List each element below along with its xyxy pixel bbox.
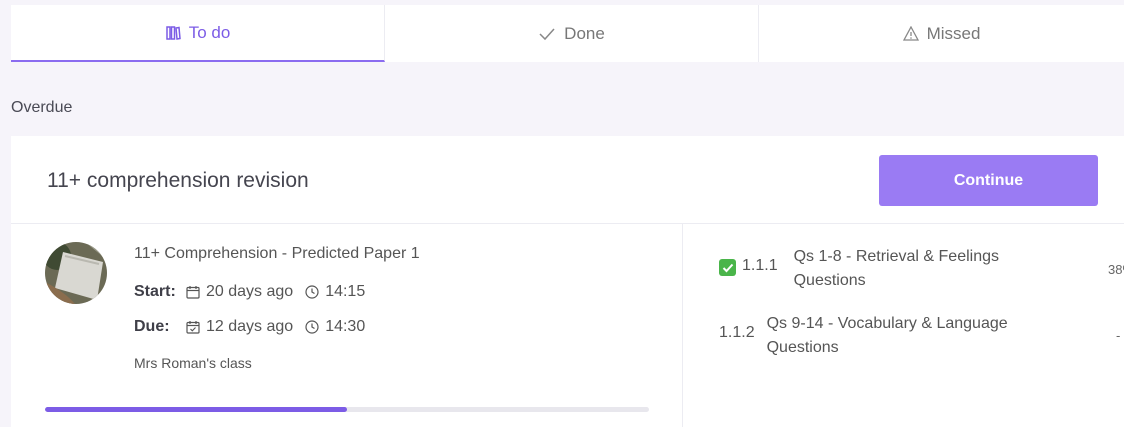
tab-missed[interactable]: Missed bbox=[759, 5, 1124, 62]
warning-icon bbox=[902, 26, 919, 41]
question-score: - bbox=[1116, 328, 1121, 343]
tab-done-label: Done bbox=[564, 23, 605, 43]
tab-bar: To do Done Missed bbox=[11, 5, 1124, 62]
tab-done[interactable]: Done bbox=[385, 5, 759, 62]
question-number: 1.1.1 bbox=[742, 257, 778, 274]
question-text: Qs 9-14 - Vocabulary & Language Question… bbox=[766, 315, 1008, 356]
class-name: Mrs Roman's class bbox=[134, 355, 252, 371]
clock-icon bbox=[305, 285, 319, 299]
question-item[interactable]: 1.1.2 Qs 9-14 - Vocabulary & Language Qu… bbox=[719, 312, 1052, 360]
question-list: 1.1.1 Qs 1-8 - Retrieval & Feelings Ques… bbox=[683, 224, 1124, 427]
books-icon bbox=[165, 25, 181, 41]
tab-missed-label: Missed bbox=[926, 23, 981, 43]
start-row: Start: 20 days ago 14:15 bbox=[134, 283, 365, 301]
question-score: 38% bbox=[1108, 262, 1124, 277]
section-heading-overdue: Overdue bbox=[11, 99, 73, 116]
assignment-title: 11+ comprehension revision bbox=[47, 169, 309, 192]
progress-fill bbox=[45, 407, 347, 412]
start-date: 20 days ago bbox=[206, 283, 294, 300]
due-date: 12 days ago bbox=[206, 318, 294, 335]
paper-title: 11+ Comprehension - Predicted Paper 1 bbox=[134, 245, 420, 262]
tab-to-do[interactable]: To do bbox=[11, 5, 385, 62]
clock-icon bbox=[305, 320, 319, 334]
question-text: Qs 1-8 - Retrieval & Feelings Questions bbox=[793, 248, 999, 289]
check-icon bbox=[538, 27, 556, 41]
due-row: Due: 12 days ago 14:30 bbox=[134, 318, 365, 336]
assignment-card: 11+ comprehension revision Continue 11+ … bbox=[11, 136, 1124, 427]
question-item[interactable]: 1.1.1 Qs 1-8 - Retrieval & Feelings Ques… bbox=[719, 245, 1044, 293]
card-header: 11+ comprehension revision Continue bbox=[11, 136, 1124, 224]
assignment-details: 11+ Comprehension - Predicted Paper 1 St… bbox=[11, 224, 683, 427]
calendar-icon bbox=[186, 285, 200, 299]
question-number: 1.1.2 bbox=[719, 324, 755, 341]
due-time: 14:30 bbox=[325, 318, 366, 335]
paper-thumbnail bbox=[45, 242, 107, 304]
checkmark-icon bbox=[719, 259, 736, 276]
calendar-check-icon bbox=[186, 320, 200, 334]
continue-button[interactable]: Continue bbox=[879, 155, 1098, 206]
progress-bar bbox=[45, 407, 649, 412]
start-time: 14:15 bbox=[325, 283, 366, 300]
tab-to-do-label: To do bbox=[188, 22, 231, 42]
start-label: Start: bbox=[134, 283, 176, 300]
due-label: Due: bbox=[134, 318, 170, 335]
